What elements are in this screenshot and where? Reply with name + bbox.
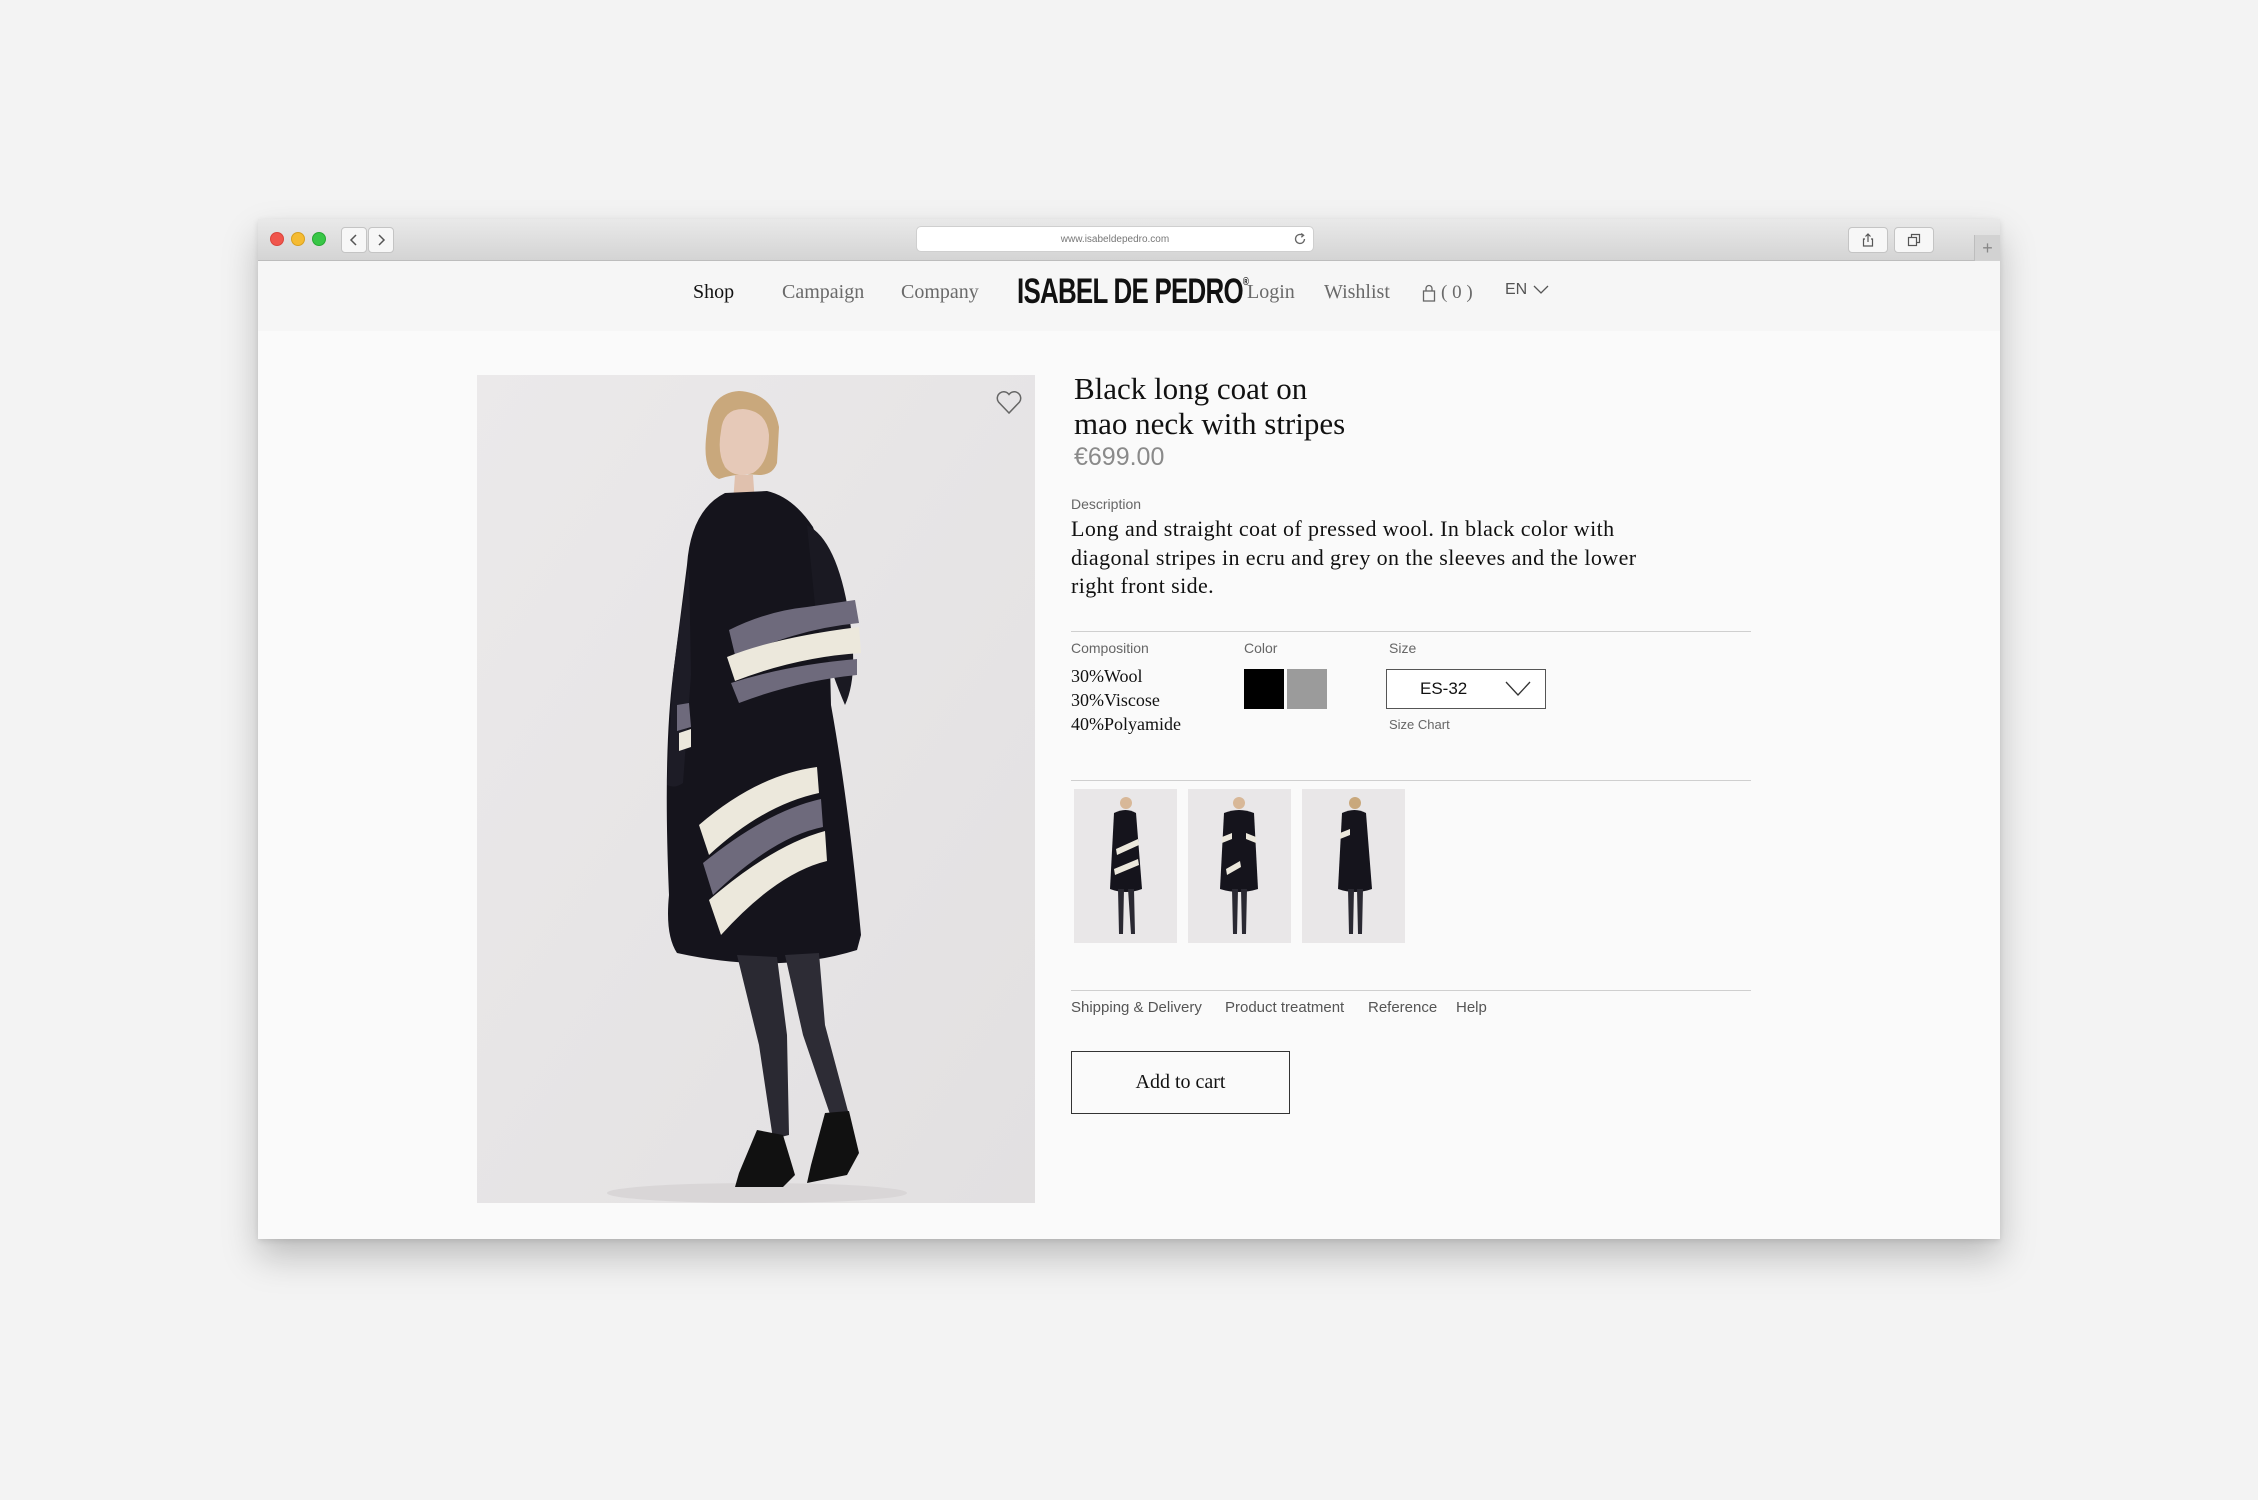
wishlist-heart-icon[interactable] xyxy=(995,389,1023,415)
chevron-left-icon xyxy=(349,234,357,246)
nav-shop[interactable]: Shop xyxy=(693,281,734,304)
help-link[interactable]: Help xyxy=(1456,999,1487,1016)
product-main-image[interactable] xyxy=(477,375,1035,1203)
language-selector[interactable]: EN xyxy=(1505,281,1549,299)
product-treatment-link[interactable]: Product treatment xyxy=(1225,999,1344,1016)
size-chart-link[interactable]: Size Chart xyxy=(1389,717,1450,732)
tabs-icon xyxy=(1907,233,1921,247)
chevron-down-icon xyxy=(1505,681,1531,696)
language-value: EN xyxy=(1505,281,1528,298)
browser-window: www.isabeldepedro.com + Shop Campaign Co… xyxy=(258,219,2000,1239)
size-label: Size xyxy=(1389,640,1417,656)
browser-toolbar: www.isabeldepedro.com + xyxy=(258,219,2000,261)
divider xyxy=(1071,631,1751,632)
composition-item: 40%Polyamide xyxy=(1071,714,1181,734)
new-tab-button[interactable]: + xyxy=(1974,235,2000,261)
address-bar[interactable]: www.isabeldepedro.com xyxy=(916,226,1314,252)
composition-list: 30%Wool 30%Viscose 40%Polyamide xyxy=(1071,664,1181,736)
product-thumbnail[interactable] xyxy=(1188,789,1291,943)
product-title-line-1: Black long coat on xyxy=(1074,371,1308,406)
brand-logo-text: ISABEL DE PEDRO xyxy=(1017,272,1244,311)
color-label: Color xyxy=(1244,640,1278,656)
address-bar-url: www.isabeldepedro.com xyxy=(1060,233,1170,245)
chevron-down-icon xyxy=(1533,285,1549,294)
product-price: €699.00 xyxy=(1074,443,1165,471)
nav-wishlist[interactable]: Wishlist xyxy=(1324,281,1390,304)
chevron-right-icon xyxy=(378,234,386,246)
nav-company[interactable]: Company xyxy=(901,281,979,304)
composition-item: 30%Viscose xyxy=(1071,690,1160,710)
add-to-cart-button[interactable]: Add to cart xyxy=(1071,1051,1290,1114)
back-button[interactable] xyxy=(341,227,367,253)
product-title: Black long coat on mao neck with stripes xyxy=(1074,371,1474,441)
thumbnail-side-view xyxy=(1074,789,1177,943)
show-tabs-button[interactable] xyxy=(1894,227,1934,253)
thumbnail-front-view xyxy=(1188,789,1291,943)
product-thumbnail[interactable] xyxy=(1302,789,1405,943)
reload-icon[interactable] xyxy=(1293,232,1307,246)
divider xyxy=(1071,990,1751,991)
product-title-line-2: mao neck with stripes xyxy=(1074,406,1346,441)
plus-icon: + xyxy=(1982,237,1993,258)
forward-button[interactable] xyxy=(368,227,394,253)
shipping-delivery-link[interactable]: Shipping & Delivery xyxy=(1071,999,1202,1016)
product-thumbnail[interactable] xyxy=(1074,789,1177,943)
minimize-window-button[interactable] xyxy=(291,232,305,246)
composition-item: 30%Wool xyxy=(1071,666,1143,686)
product-description: Long and straight coat of pressed wool. … xyxy=(1071,516,1637,598)
reference-link[interactable]: Reference xyxy=(1368,999,1437,1016)
nav-login[interactable]: Login xyxy=(1247,281,1295,304)
description-label: Description xyxy=(1071,496,1142,512)
site-header: Shop Campaign Company ISABEL DE PEDRO® L… xyxy=(258,261,2000,331)
thumbnail-back-view xyxy=(1302,789,1405,943)
cart-button[interactable]: ( 0 ) xyxy=(1422,282,1473,304)
divider xyxy=(1071,780,1751,781)
close-window-button[interactable] xyxy=(270,232,284,246)
composition-label: Composition xyxy=(1071,640,1149,656)
bag-icon xyxy=(1422,284,1436,302)
cart-count: ( 0 ) xyxy=(1441,282,1473,303)
size-dropdown[interactable]: ES-32 xyxy=(1386,669,1546,709)
share-icon xyxy=(1862,233,1874,247)
zoom-window-button[interactable] xyxy=(312,232,326,246)
brand-logo[interactable]: ISABEL DE PEDRO® xyxy=(1017,272,1249,312)
size-value: ES-32 xyxy=(1420,679,1468,698)
color-swatch-grey[interactable] xyxy=(1287,669,1327,709)
model-in-coat-photo xyxy=(477,375,1035,1203)
share-button[interactable] xyxy=(1848,227,1888,253)
color-swatch-black[interactable] xyxy=(1244,669,1284,709)
nav-campaign[interactable]: Campaign xyxy=(782,281,864,304)
